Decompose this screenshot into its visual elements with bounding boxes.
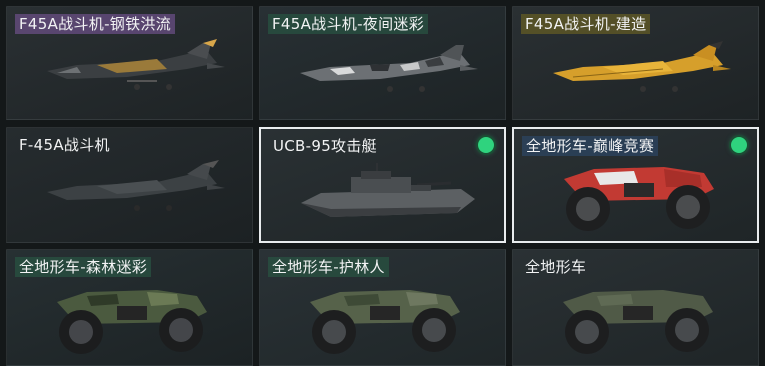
vehicle-name: F45A战斗机-钢铁洪流 [15,14,175,34]
vehicle-skin-grid: F45A战斗机-钢铁洪流 F45A战斗机-夜间迷彩 F45A战斗机-建造 F-4… [0,0,765,366]
vehicle-name: F45A战斗机-夜间迷彩 [268,14,428,34]
vehicle-card-selected[interactable]: UCB-95攻击艇 [259,127,506,243]
vehicle-card[interactable]: 全地形车 [512,249,759,366]
vehicle-card-selected[interactable]: 全地形车-巅峰竞赛 [512,127,759,243]
vehicle-card[interactable]: F45A战斗机-夜间迷彩 [259,6,506,120]
vehicle-name: F45A战斗机-建造 [521,14,651,34]
vehicle-card[interactable]: F45A战斗机-钢铁洪流 [6,6,253,120]
equipped-indicator-icon [478,137,494,153]
equipped-indicator-icon [731,137,747,153]
vehicle-name: UCB-95攻击艇 [273,137,377,155]
vehicle-name: 全地形车-护林人 [268,257,389,277]
vehicle-card[interactable]: 全地形车-森林迷彩 [6,249,253,366]
vehicle-name: 全地形车-森林迷彩 [15,257,152,277]
vehicle-card[interactable]: F45A战斗机-建造 [512,6,759,120]
vehicle-name: F-45A战斗机 [19,136,110,154]
vehicle-card[interactable]: F-45A战斗机 [6,127,253,243]
vehicle-name: 全地形车 [525,258,587,276]
vehicle-card[interactable]: 全地形车-护林人 [259,249,506,366]
vehicle-name: 全地形车-巅峰竞赛 [522,136,659,156]
